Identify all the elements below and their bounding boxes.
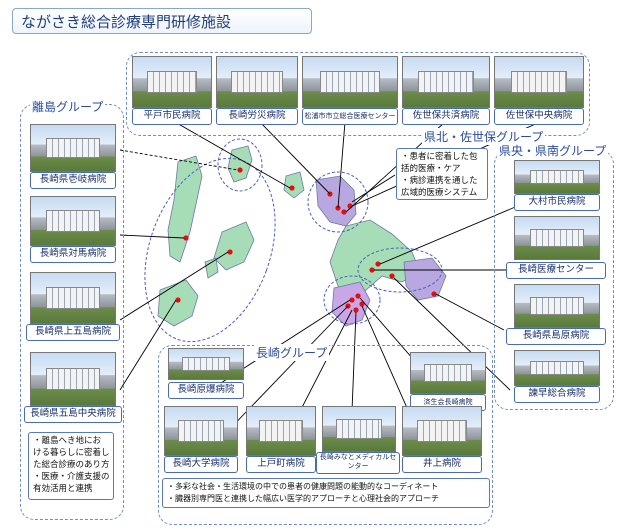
ritou-group-label: 離島グループ — [30, 98, 106, 115]
hirado-hospital-label: 平戸市民病院 — [132, 108, 212, 125]
iki-hospital-photo — [30, 124, 116, 172]
nagasaki-note-line: ・臓器別専門医と連携した幅広い医学的アプローチと心理社会的アプローチ — [167, 494, 439, 503]
kamigoto-island — [213, 221, 255, 271]
hirado-island — [283, 171, 305, 199]
ritou-note-line: 有効活用と連携 — [33, 484, 93, 494]
kennan-group-label: 県央・県南グループ — [497, 142, 609, 159]
nagasaki-group-label: 長崎グループ — [254, 344, 330, 361]
kenhoku-note-line: ・患者に密着した包 — [401, 152, 478, 162]
goto-chuo-hospital-photo — [30, 352, 116, 406]
matsuura-hospital-label: 松浦市市立総合医療センター — [302, 108, 398, 125]
ritou-note-line: た総合診療のあり方 — [33, 460, 110, 470]
omura-hospital-label: 大村市民病院 — [514, 194, 600, 211]
ritou-note-line: ・離島へき地にお — [33, 436, 102, 446]
kenhoku-note: ・患者に密着した包 括的医療・ケア ・病診連携を通した 広域的医療システム — [396, 148, 488, 200]
goto-chuo-hospital-label: 長崎県五島中央病院 — [24, 406, 122, 423]
iki-hospital-label: 長崎県壱岐病院 — [30, 172, 116, 189]
daigaku-hospital-label: 長崎大学病院 — [164, 456, 238, 473]
ritou-note-line: ・医療・介護支援の — [33, 472, 110, 482]
iryo-center-photo — [514, 216, 600, 260]
ritou-note: ・離島へき地にお ける暮らしに密着し た総合診療のあり方 ・医療・介護支援の 有… — [28, 432, 114, 500]
tsushima-hospital-photo — [30, 196, 116, 246]
nagasaki-note-line: ・多彩な社会・生活環境の中での患者の健康問題の能動的なコーディネート — [167, 482, 439, 491]
minato-hospital-photo — [322, 406, 396, 452]
iryo-center-label: 長崎医療センター — [506, 262, 606, 279]
minato-hospital-label: 長崎みなとメディカルセンター — [316, 452, 400, 474]
tsushima-island — [167, 155, 203, 263]
isahaya-hospital-photo — [514, 350, 600, 386]
kenhoku-note-line: 括的医療・ケア — [401, 164, 461, 174]
kenhoku-region — [315, 175, 357, 227]
matsuura-hospital-photo — [302, 56, 398, 108]
tsushima-hospital-label: 長崎県対馬病院 — [30, 246, 116, 263]
saiseikai-hospital-photo — [410, 352, 486, 394]
nagasaki-note: ・多彩な社会・生活環境の中での患者の健康問題の能動的なコーディネート ・臓器別専… — [162, 478, 490, 508]
daigaku-hospital-photo — [164, 406, 238, 456]
sasebo-chuo-hospital-label: 佐世保中央病院 — [494, 108, 584, 125]
inoue-hospital-photo — [402, 406, 482, 456]
genbaku-hospital-photo — [168, 348, 244, 380]
inoue-hospital-label: 井上病院 — [402, 456, 482, 473]
kamimachi-hospital-photo — [246, 406, 316, 456]
kamimachi-hospital-label: 上戸町病院 — [246, 456, 316, 473]
kamigoto-hospital-photo — [30, 272, 116, 324]
isahaya-hospital-label: 諫早総合病院 — [514, 386, 600, 403]
ritou-note-line: ける暮らしに密着し — [33, 448, 110, 458]
kenhoku-note-line: ・病診連携を通した — [401, 176, 478, 186]
hirado-hospital-photo — [132, 56, 212, 108]
rousai-hospital-photo — [216, 56, 298, 108]
omura-hospital-photo — [514, 160, 600, 194]
kyosai-hospital-photo — [402, 56, 490, 108]
sasebo-chuo-hospital-photo — [494, 56, 584, 108]
genbaku-hospital-label: 長崎原爆病院 — [168, 382, 244, 399]
shimabara-hospital-photo — [514, 284, 600, 328]
kamigoto-hospital-label: 長崎県上五島病院 — [26, 324, 120, 341]
ritou-ring — [144, 157, 276, 343]
goto-small — [204, 257, 219, 279]
rousai-hospital-label: 長崎労災病院 — [216, 108, 298, 125]
kyosai-hospital-label: 佐世保共済病院 — [402, 108, 490, 125]
kenhoku-note-line: 広域的医療システム — [401, 188, 478, 198]
shimabara-hospital-label: 長崎県島原病院 — [506, 328, 606, 345]
